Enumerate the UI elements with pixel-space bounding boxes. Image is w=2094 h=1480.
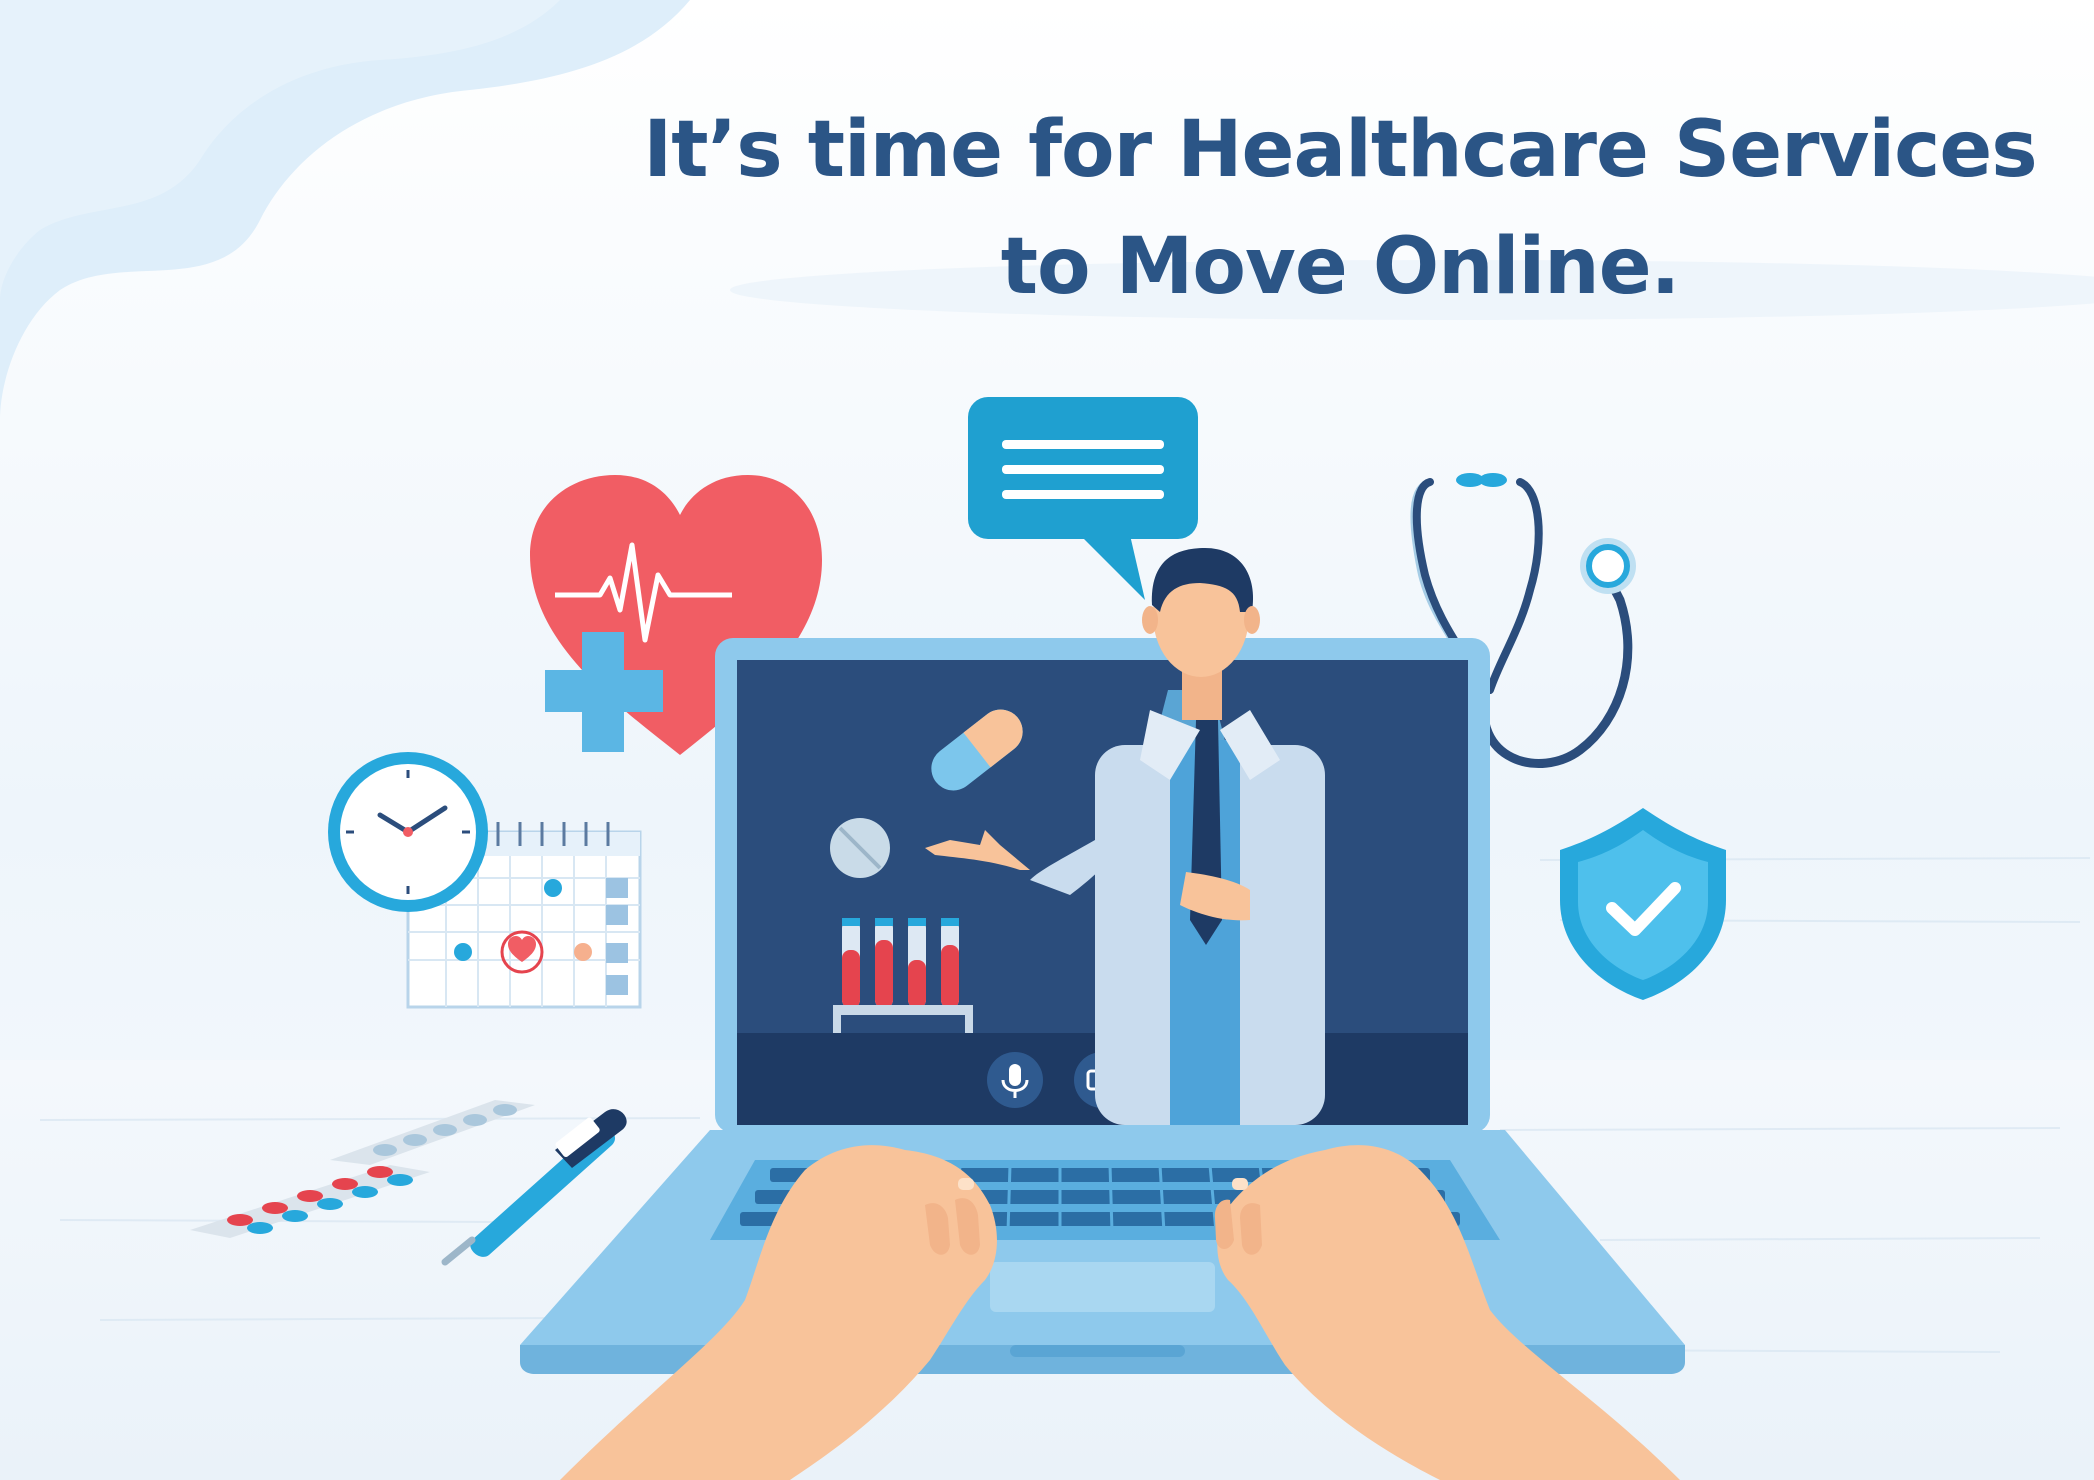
pill-tablet-icon [830,818,890,878]
clock-icon [328,752,488,912]
headline-line-1: It’s time for Healthcare Services [643,105,2037,195]
illustration-stage: It’s time for Healthcare Services to Mov… [0,0,2094,1480]
headline: It’s time for Healthcare Services to Mov… [640,95,2040,330]
microphone-icon[interactable] [987,1052,1043,1108]
headline-line-2: to Move Online. [1000,222,1681,312]
